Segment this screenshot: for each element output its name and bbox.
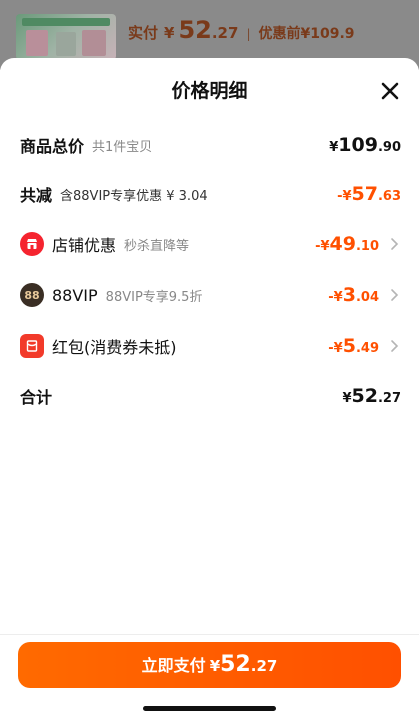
row-sublabel: 含88VIP专享优惠 ¥ 3.04	[60, 188, 208, 204]
row-amount: -¥ 57.63	[337, 183, 401, 205]
row-label: 红包(消费券未抵)	[52, 338, 177, 357]
vip-badge-icon: 88	[20, 283, 44, 307]
row-sublabel: 秒杀直降等	[124, 238, 190, 254]
pay-now-button[interactable]: 立即支付 ¥ 52 .27	[18, 642, 401, 688]
chevron-right-icon	[387, 338, 401, 354]
row-amount: -¥ 5.49	[328, 335, 379, 357]
row-sublabel: 88VIP专享9.5折	[105, 289, 203, 305]
price-separator: |	[246, 27, 251, 41]
pay-button-label: 立即支付	[141, 656, 206, 675]
footer-divider	[0, 634, 419, 635]
sheet-title: 价格明细	[171, 80, 248, 102]
row-sublabel: 共1件宝贝	[92, 139, 153, 155]
paid-price-dec: .27	[211, 24, 239, 42]
row-label: 共减	[20, 186, 53, 205]
close-button[interactable]	[379, 80, 401, 102]
row-label: 商品总价	[20, 137, 85, 156]
row-amount: ¥52.27	[342, 385, 401, 407]
paid-price-int: 52	[178, 16, 212, 44]
price-detail-sheet: 价格明细 商品总价 共1件宝贝 ¥109.90 共减 含88VIP专享优惠 ¥ …	[0, 58, 419, 720]
paid-label: 实付	[128, 24, 159, 42]
row-goods-total: 商品总价 共1件宝贝 ¥109.90	[20, 130, 401, 160]
chevron-right-icon	[387, 236, 401, 252]
before-discount-price: 优惠前¥109.9	[258, 26, 355, 42]
background-price-summary: 实付 ¥ 52 .27 | 优惠前¥109.9	[128, 16, 355, 50]
row-red-packet[interactable]: 红包(消费券未抵) -¥ 5.49	[20, 331, 401, 361]
pay-amount-dec: .27	[250, 657, 278, 675]
row-label: 合计	[20, 388, 53, 407]
row-88vip-discount[interactable]: 88 88VIP 88VIP专享9.5折 -¥ 3.04	[20, 280, 401, 310]
row-total-discount: 共减 含88VIP专享优惠 ¥ 3.04 -¥ 57.63	[20, 179, 401, 209]
shop-icon	[20, 232, 44, 256]
pay-currency: ¥	[209, 657, 221, 675]
pay-amount-int: 52	[220, 652, 251, 677]
row-grand-total: 合计 ¥52.27	[20, 381, 401, 411]
chevron-right-icon	[387, 287, 401, 303]
home-indicator[interactable]	[143, 706, 276, 711]
close-icon	[381, 82, 399, 100]
paid-currency: ¥	[164, 24, 175, 42]
row-label: 88VIP	[52, 285, 98, 305]
row-shop-discount[interactable]: 店铺优惠 秒杀直降等 -¥ 49.10	[20, 229, 401, 259]
product-thumbnail	[16, 14, 116, 60]
row-amount: -¥ 49.10	[315, 233, 379, 255]
red-packet-icon	[20, 334, 44, 358]
row-label: 店铺优惠	[52, 236, 117, 255]
row-amount: -¥ 3.04	[328, 284, 379, 306]
row-amount: ¥109.90	[329, 134, 401, 156]
